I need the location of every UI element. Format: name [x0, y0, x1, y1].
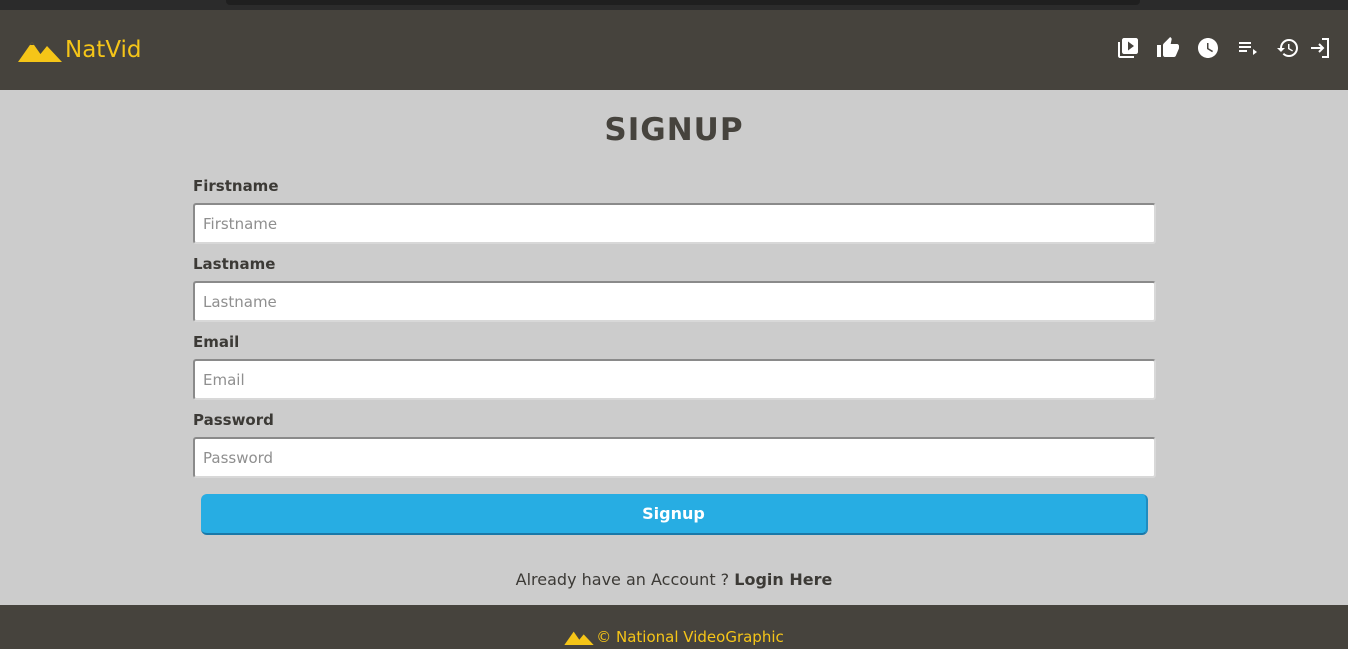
footer-copyright: © National VideoGraphic [596, 628, 784, 646]
login-icon[interactable] [1308, 36, 1332, 60]
email-input[interactable] [193, 359, 1156, 400]
footer-content: © National VideoGraphic [0, 628, 1348, 646]
footer-mountain-icon [564, 629, 594, 645]
mountain-logo-icon [18, 38, 62, 62]
page-title: SIGNUP [604, 112, 744, 148]
scrollbar-thumb[interactable] [226, 0, 1140, 5]
login-here-link[interactable]: Login Here [734, 570, 832, 589]
login-prompt-text: Already have an Account ? [515, 570, 735, 589]
password-label: Password [193, 411, 274, 429]
footer: © National VideoGraphic [0, 605, 1348, 649]
clock-icon[interactable] [1196, 36, 1220, 60]
video-library-icon[interactable] [1116, 36, 1140, 60]
nav-icon-bar [1100, 37, 1332, 59]
email-label: Email [193, 333, 240, 351]
password-input[interactable] [193, 437, 1156, 478]
firstname-label: Firstname [193, 177, 279, 195]
lastname-label: Lastname [193, 255, 276, 273]
lastname-input[interactable] [193, 281, 1156, 322]
playlist-icon[interactable] [1236, 36, 1260, 60]
firstname-input[interactable] [193, 203, 1156, 244]
brand-link[interactable]: NatVid [18, 37, 142, 63]
history-icon[interactable] [1276, 36, 1300, 60]
browser-top-strip [0, 0, 1348, 10]
thumbs-up-icon[interactable] [1156, 36, 1180, 60]
navbar: NatVid [0, 10, 1348, 90]
signup-button[interactable]: Signup [201, 494, 1148, 535]
login-prompt: Already have an Account ? Login Here [0, 570, 1348, 589]
brand-name: NatVid [65, 37, 142, 63]
